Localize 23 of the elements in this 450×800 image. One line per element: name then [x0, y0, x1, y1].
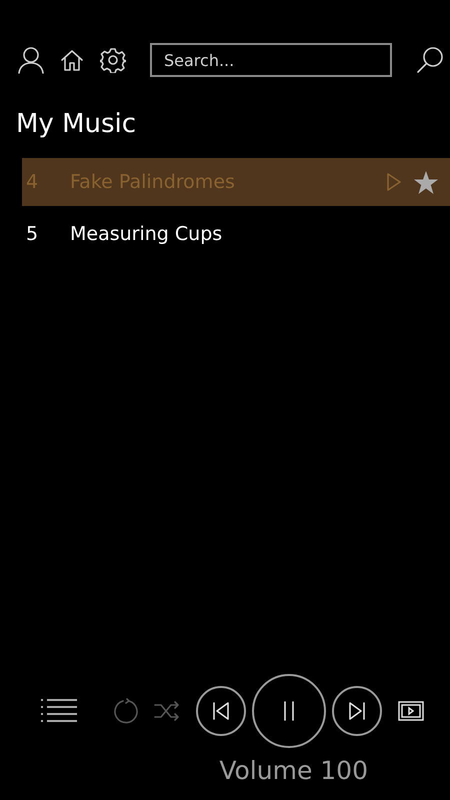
pause-icon	[282, 701, 296, 721]
repeat-icon[interactable]	[114, 698, 140, 724]
track-title: Measuring Cups	[70, 223, 224, 245]
settings-icon[interactable]	[100, 47, 126, 73]
track-number: 4	[26, 171, 40, 193]
track-number: 5	[26, 223, 40, 245]
search-field[interactable]: Search...	[150, 43, 392, 77]
previous-button[interactable]	[196, 686, 246, 736]
user-icon[interactable]	[18, 46, 44, 74]
star-icon[interactable]	[414, 170, 438, 194]
page-title: My Music	[16, 108, 138, 141]
track-title: Fake Palindromes	[70, 171, 236, 193]
shuffle-icon[interactable]	[154, 700, 180, 722]
skip-forward-icon	[347, 701, 367, 721]
playlist-icon[interactable]	[40, 698, 78, 724]
volume-label: Volume 100	[219, 755, 368, 787]
search-icon[interactable]	[416, 46, 444, 74]
pause-button[interactable]	[252, 674, 326, 748]
skip-back-icon	[211, 701, 231, 721]
video-icon[interactable]	[398, 701, 424, 721]
track-row[interactable]: 5 Measuring Cups	[22, 210, 450, 258]
next-button[interactable]	[332, 686, 382, 736]
home-icon[interactable]	[60, 49, 84, 71]
